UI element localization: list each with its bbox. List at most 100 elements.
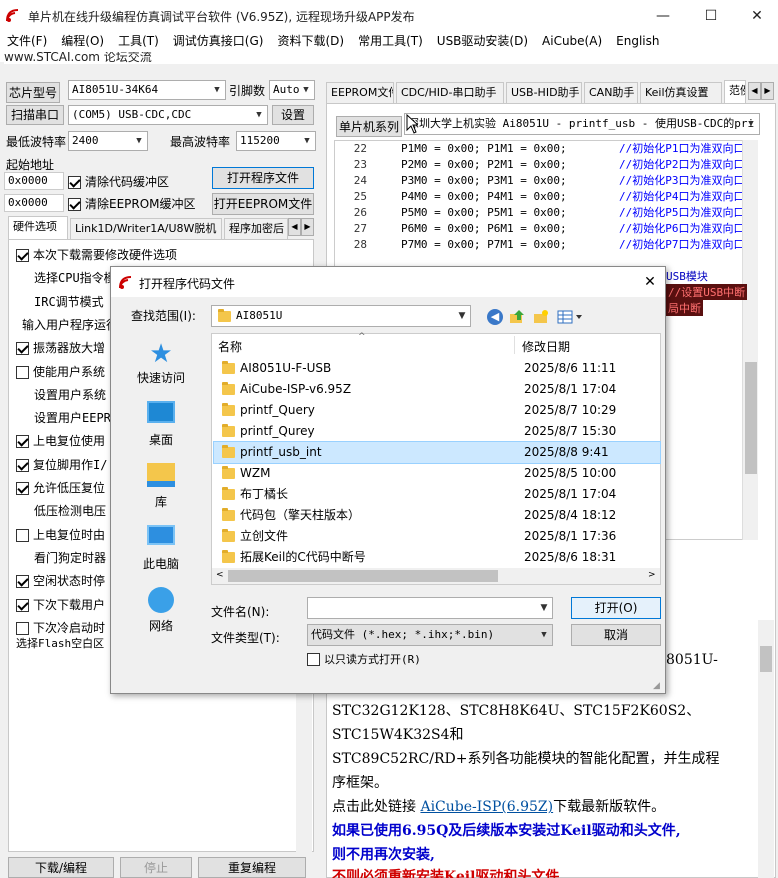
tab-cdc-hid-serial[interactable]: CDC/HID-串口助手 [396,82,504,104]
checkbox-icon [16,249,29,262]
code-scrollbar[interactable] [742,140,758,540]
open-eeprom-file-button[interactable]: 打开EEPROM文件 [212,193,314,215]
open-program-file-button[interactable]: 打开程序文件 [212,167,314,189]
hw-option-label: 本次下载需要修改硬件选项 [33,248,178,262]
info-scrollbar[interactable] [758,620,774,878]
menu-item-7[interactable]: AiCube(A) [535,30,609,52]
code-line: 27 P6M0 = 0x00; P6M1 = 0x00; //初始化P6口为准双向口 [335,221,757,237]
menu-item-1[interactable]: 编程(O) [54,30,111,52]
file-name-input[interactable]: ▼ [307,597,553,619]
tab-examples[interactable]: 范例 [724,80,746,104]
file-row[interactable]: 拓展Keil的C代码中断号 2025/8/6 18:31 [214,547,660,568]
chip-model-select[interactable]: AI8051U-34K64 ▼ [68,80,226,100]
tab-scroll-left-button[interactable]: ◀ [288,218,301,236]
tab-keil-sim[interactable]: Keil仿真设置 [640,82,722,104]
port-select[interactable]: (COM5) USB-CDC,CDC ▼ [68,105,268,125]
file-type-select[interactable]: 代码文件 (*.hex; *.ihx;*.bin) ▼ [307,624,553,646]
code-comment: //初始化P6口为准双向口 [619,222,745,235]
library-icon [147,463,175,487]
resize-grip-icon[interactable]: ◢ [653,681,660,691]
hw-option-8[interactable]: 上电复位使用 [16,432,105,449]
hw-option-16[interactable]: 下次冷启动时 [16,619,105,636]
clear-code-checkbox[interactable]: 清除代码缓冲区 [68,173,169,190]
pins-select[interactable]: Auto ▼ [269,80,315,100]
tab-hardware-options[interactable]: 硬件选项 [8,216,68,240]
dialog-close-button[interactable]: ✕ [637,271,663,293]
file-row[interactable]: printf_Query 2025/8/7 10:29 [214,400,660,421]
tab-program-encrypt[interactable]: 程序加密后 [224,218,288,240]
clear-eeprom-checkbox[interactable]: 清除EEPROM缓冲区 [68,195,196,212]
new-folder-icon[interactable] [533,309,549,325]
library-place[interactable]: 库 [115,463,207,510]
file-row[interactable]: printf_Qurey 2025/8/7 15:30 [214,421,660,442]
open-button[interactable]: 打开(O) [571,597,661,619]
app-icon [6,9,20,23]
close-button[interactable]: ✕ [734,4,778,28]
tab-usb-hid[interactable]: USB-HID助手 [506,82,582,104]
readonly-checkbox[interactable]: 以只读方式打开(R) [307,651,421,667]
stop-button[interactable]: 停止 [120,857,192,878]
right-tab-scroll-right[interactable]: ▶ [761,82,774,100]
file-row[interactable]: WZM 2025/8/5 10:00 [214,463,660,484]
this-pc-place[interactable]: 此电脑 [115,525,207,572]
file-list[interactable]: ^ 名称 修改日期 AI8051U-F-USB 2025/8/6 11:11 AiC… [211,332,661,585]
scan-port-button[interactable]: 扫描串口 [6,105,64,125]
network-place[interactable]: 网络 [115,587,207,634]
desktop-place[interactable]: 桌面 [115,401,207,448]
look-in-select[interactable]: AI8051U ▼ [211,305,471,327]
info-line-8: 不则必须重新安装Keil驱动和头文件 [332,869,560,878]
hw-option-14[interactable]: 空闲状态时停 [16,572,105,589]
file-row[interactable]: AiCube-ISP-v6.95Z 2025/8/1 17:04 [214,379,660,400]
hw-option-15[interactable]: 下次下载用户 [16,596,105,613]
info-line-2: STC15W4K32S4和 [332,727,464,743]
hw-option-4[interactable]: 振荡器放大增 [16,339,105,356]
menu-item-6[interactable]: USB驱动安装(D) [430,30,535,52]
menu-item-2[interactable]: 工具(T) [111,30,166,52]
code-address-input[interactable]: 0x0000 [4,172,64,190]
file-name: AiCube-ISP-v6.95Z [240,382,352,396]
folder-icon [222,487,235,500]
minimize-button[interactable]: — [640,4,686,28]
hw-option-label: 看门狗定时器 [34,550,107,565]
hw-option-0[interactable]: 本次下载需要修改硬件选项 [16,246,177,263]
min-baud-select[interactable]: 2400 ▼ [68,131,148,151]
tab-can-helper[interactable]: CAN助手 [584,82,638,104]
settings-button[interactable]: 设置 [272,105,314,125]
tab-eeprom-file[interactable]: EEPROM文件 [326,82,394,104]
quick-access-place[interactable]: ★ 快速访问 [115,339,207,386]
back-icon[interactable]: ◀ [487,309,503,325]
hw-option-12[interactable]: 上电复位时由 [16,526,105,543]
repeat-program-button[interactable]: 重复编程 [198,857,306,878]
menu-item-0[interactable]: 文件(F) [0,30,54,52]
checkbox-icon [16,528,29,542]
file-row[interactable]: 代码包（擎天柱版本） 2025/8/4 18:12 [214,505,660,526]
up-folder-icon[interactable] [509,309,525,325]
file-row[interactable]: printf_usb_int 2025/8/8 9:41 [213,441,661,464]
download-program-button[interactable]: 下载/编程 [8,857,114,878]
menu-item-5[interactable]: 常用工具(T) [351,30,430,52]
max-baud-select[interactable]: 115200 ▼ [236,131,316,151]
view-menu-icon[interactable] [557,309,583,325]
menu-item-8[interactable]: English [609,30,666,52]
code-comment: //初始化P3口为准双向口 [619,174,745,187]
right-tab-scroll-left[interactable]: ◀ [748,82,761,100]
maximize-button[interactable]: ☐ [688,4,734,28]
chevron-down-icon: ▼ [256,110,262,120]
hw-option-5[interactable]: 使能用户系统 [16,363,105,380]
cancel-button[interactable]: 取消 [571,624,661,646]
name-column-header[interactable]: 名称 [218,338,242,355]
example-select[interactable]: 深圳大学上机实验 Ai8051U - printf_usb - 使用USB-CD… [404,113,760,135]
eeprom-address-input[interactable]: 0x0000 [4,194,64,212]
tab-scroll-right-button[interactable]: ▶ [301,218,314,236]
aicube-download-link[interactable]: AiCube-ISP(6.95Z) [420,799,553,815]
file-row[interactable]: 立创文件 2025/8/1 17:36 [214,526,660,547]
hw-option-9[interactable]: 复位脚用作I/ [16,456,107,473]
file-row[interactable]: 布丁橘长 2025/8/1 17:04 [214,484,660,505]
menu-item-4[interactable]: 资料下载(D) [270,30,351,52]
file-row[interactable]: AI8051U-F-USB 2025/8/6 11:11 [214,358,660,379]
tab-link1d-writer[interactable]: Link1D/Writer1A/U8W脱机 [70,218,222,240]
file-list-hscroll[interactable]: < > [212,568,660,584]
date-column-header[interactable]: 修改日期 [522,338,570,355]
menu-item-3[interactable]: 调试仿真接口(G) [166,30,271,52]
hw-option-10[interactable]: 允许低压复位 [16,479,105,496]
